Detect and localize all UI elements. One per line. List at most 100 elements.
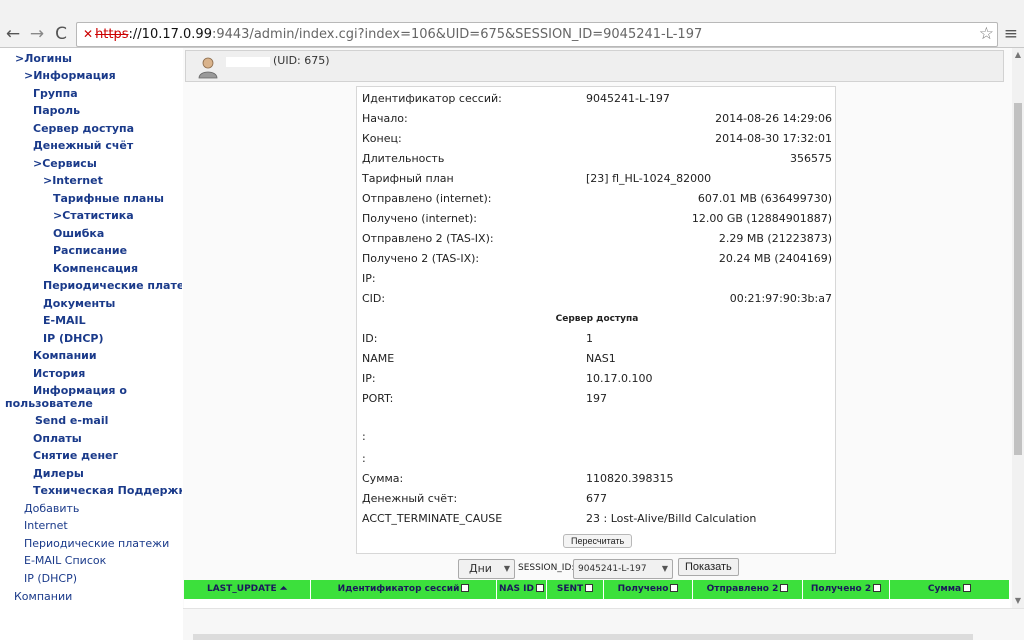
nav-item[interactable]: Пароль: [33, 104, 80, 117]
column-header[interactable]: SENT: [547, 580, 604, 599]
show-button[interactable]: Показать: [678, 558, 739, 576]
nav-item[interactable]: IP (DHCP): [24, 572, 77, 585]
column-header-label: Сумма: [927, 584, 962, 594]
nav-item[interactable]: Компании: [14, 590, 72, 603]
info-label: :: [362, 452, 366, 465]
nav-item[interactable]: Снятие денег: [33, 449, 118, 462]
checkbox-icon[interactable]: [461, 584, 470, 592]
browser-toolbar: ← → C ✕ https://10.17.0.99:9443/admin/ind…: [0, 0, 1024, 48]
nav-item[interactable]: Периодические платежи: [43, 279, 182, 292]
forward-button[interactable]: →: [26, 23, 48, 45]
info-label: IP:: [362, 372, 376, 385]
session-id-label: SESSION_ID:: [518, 563, 575, 573]
nav-item[interactable]: Send e-mail: [35, 414, 108, 427]
horizontal-scrollbar-thumb[interactable]: [193, 634, 973, 640]
nav-item[interactable]: E-MAIL Список: [24, 554, 106, 567]
info-label: Тарифный план: [362, 172, 454, 185]
checkbox-icon[interactable]: [780, 584, 789, 592]
info-row: Конец: 2014-08-30 17:32:01: [357, 129, 837, 149]
info-label: Сумма:: [362, 472, 404, 485]
checkbox-icon[interactable]: [963, 584, 972, 592]
info-label: Получено (internet):: [362, 212, 478, 225]
column-header[interactable]: Отправлено 2: [693, 580, 803, 599]
dropdown-arrow-icon: ▼: [661, 564, 668, 573]
user-header: (UID: 675): [185, 50, 1004, 82]
reload-button[interactable]: C: [50, 23, 72, 45]
info-value: 00:21:97:90:3b:a7: [729, 292, 832, 305]
nav-item[interactable]: Группа: [33, 87, 78, 100]
nav-item[interactable]: Денежный счёт: [33, 139, 133, 152]
checkbox-icon[interactable]: [585, 584, 594, 592]
nav-item[interactable]: пользователе: [5, 397, 93, 410]
nav-item[interactable]: Периодические платежи: [24, 537, 169, 550]
info-value: 9045241-L-197: [586, 92, 670, 105]
checkbox-icon[interactable]: [670, 584, 679, 592]
nav-item[interactable]: Добавить: [24, 502, 79, 515]
nav-item[interactable]: Дилеры: [33, 467, 84, 480]
column-header[interactable]: Сумма: [890, 580, 1010, 599]
checkbox-icon[interactable]: [873, 584, 882, 592]
bookmark-star-button[interactable]: ☆: [979, 25, 994, 43]
arrow-right-icon: →: [29, 24, 45, 44]
info-row: Получено 2 (TAS-IX): 20.24 MB (2404169): [357, 249, 837, 269]
period-select[interactable]: Дни ▼: [458, 559, 515, 579]
info-row: Отправлено 2 (TAS-IX): 2.29 MB (21223873): [357, 229, 837, 249]
nav-item[interactable]: >Internet: [43, 174, 103, 187]
nav-item[interactable]: IP (DHCP): [43, 332, 104, 345]
nav-item[interactable]: >Статистика: [53, 209, 134, 222]
scroll-up-icon[interactable]: ▲: [1012, 50, 1024, 59]
nav-item[interactable]: >Информация: [24, 69, 116, 82]
info-value: 12.00 GB (12884901887): [691, 212, 832, 225]
nav-item[interactable]: Документы: [43, 297, 115, 310]
info-value: 23 : Lost-Alive/Billd Calculation: [586, 512, 757, 525]
info-label: IP:: [362, 272, 376, 285]
nav-item[interactable]: Расписание: [53, 244, 127, 257]
vertical-scrollbar[interactable]: ▲ ▼: [1012, 48, 1024, 608]
nav-item[interactable]: Техническая Поддержка: [33, 484, 182, 497]
info-value: 356575: [790, 152, 832, 165]
nav-item[interactable]: Информация о: [33, 384, 127, 397]
nav-item[interactable]: Компании: [33, 349, 97, 362]
recalculate-button[interactable]: Пересчитать: [563, 534, 633, 548]
info-label: Отправлено (internet):: [362, 192, 492, 205]
info-label: Денежный счёт:: [362, 492, 458, 505]
column-header[interactable]: LAST_UPDATE ⏶: [184, 580, 311, 599]
info-label: Отправлено 2 (TAS-IX):: [362, 232, 494, 245]
url-path: :9443/admin/index.cgi?index=106&UID=675&…: [211, 27, 703, 42]
nav-item[interactable]: Internet: [24, 519, 68, 532]
info-label: Идентификатор сессий:: [362, 92, 502, 105]
checkbox-icon[interactable]: [535, 584, 544, 592]
nav-item[interactable]: Ошибка: [53, 227, 104, 240]
sort-up-icon[interactable]: ⏶: [277, 584, 287, 594]
info-row: Тарифный план [23] fl_HL-1024_82000: [357, 169, 837, 189]
insecure-lock-icon: ✕: [83, 27, 94, 41]
info-row: Идентификатор сессий: 9045241-L-197: [357, 89, 837, 109]
back-button[interactable]: ←: [2, 23, 24, 45]
nav-item[interactable]: E-MAIL: [43, 314, 86, 327]
column-header[interactable]: NAS ID: [497, 580, 547, 599]
nav-item[interactable]: Оплаты: [33, 432, 82, 445]
period-value: Дни: [469, 562, 492, 575]
nav-item[interactable]: Тарифные планы: [53, 192, 164, 205]
star-icon: ☆: [978, 24, 994, 44]
column-header[interactable]: Получено 2: [803, 580, 890, 599]
sessions-table-header: LAST_UPDATE ⏶ Идентификатор сессий NAS ID S…: [184, 580, 1010, 599]
column-header[interactable]: Получено: [604, 580, 693, 599]
info-value: 197: [586, 392, 607, 405]
scrollbar-thumb[interactable]: [1014, 103, 1022, 455]
info-value: 607.01 MB (636499730): [697, 192, 832, 205]
nav-item[interactable]: История: [33, 367, 85, 380]
browser-menu-button[interactable]: ≡: [1004, 25, 1018, 43]
nav-item[interactable]: Сервер доступа: [33, 122, 134, 135]
left-navigation-footer: [0, 608, 182, 640]
left-navigation: >Логины >Информация Группа Пароль Сервер дос…: [0, 48, 182, 608]
column-header[interactable]: Идентификатор сессий: [311, 580, 497, 599]
info-value: 2014-08-26 14:29:06: [715, 112, 832, 125]
nav-item[interactable]: >Сервисы: [33, 157, 97, 170]
session-id-select[interactable]: 9045241-L-197 ▼: [573, 559, 673, 579]
nav-item[interactable]: Компенсация: [53, 262, 138, 275]
address-bar[interactable]: ✕ https://10.17.0.99:9443/admin/index.cgi…: [76, 22, 998, 47]
scroll-down-icon[interactable]: ▼: [1012, 596, 1024, 605]
session-id-value: 9045241-L-197: [578, 564, 647, 574]
nav-item[interactable]: >Логины: [15, 52, 72, 65]
